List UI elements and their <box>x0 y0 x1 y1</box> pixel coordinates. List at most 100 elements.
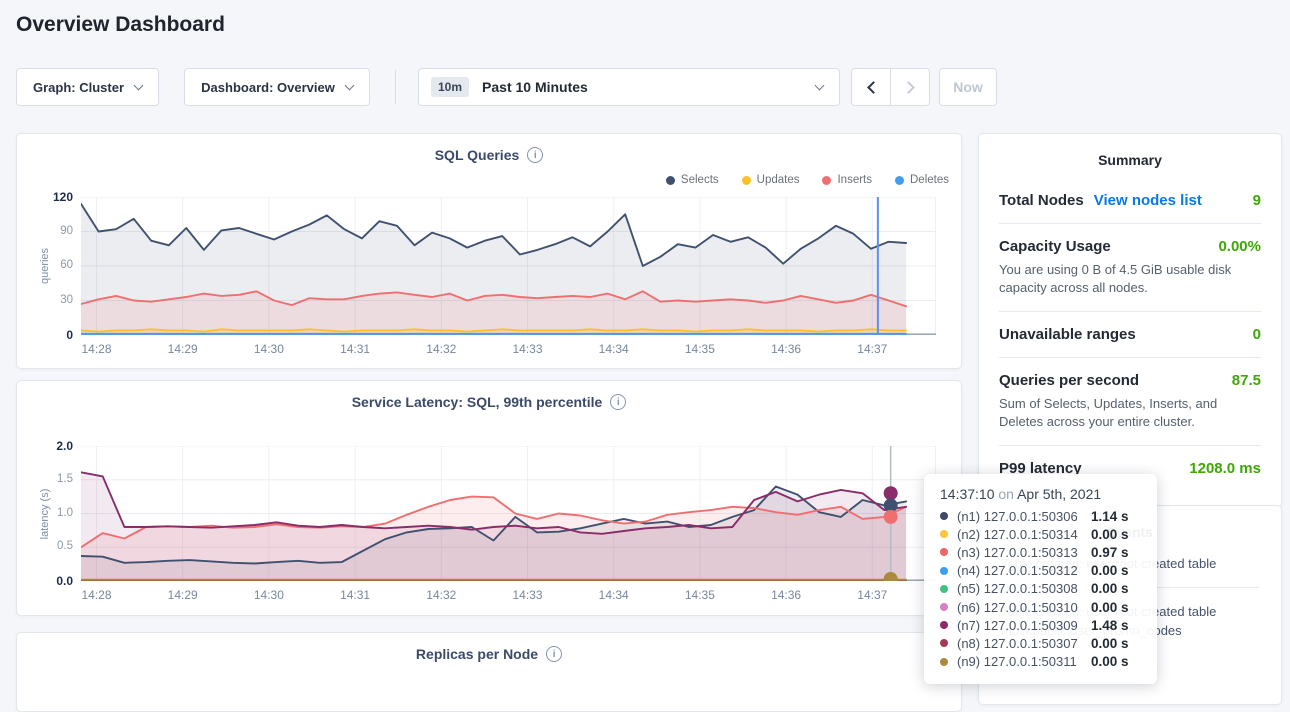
node-series-dot-icon <box>940 567 948 575</box>
tooltip-node-value: 0.00 s <box>1091 654 1141 669</box>
x-tick-label: 14:37 <box>845 588 899 602</box>
tooltip-node-label: (n5) 127.0.0.1:50308 <box>957 581 1078 596</box>
tooltip-node-value: 1.48 s <box>1091 618 1141 633</box>
capacity-usage-description: You are using 0 B of 4.5 GiB usable disk… <box>999 261 1261 297</box>
tooltip-node-label: (n3) 127.0.0.1:50313 <box>957 545 1078 560</box>
legend-item-selects[interactable]: Selects <box>666 174 719 186</box>
x-tick-label: 14:29 <box>156 342 210 356</box>
node-series-dot-icon <box>940 621 948 629</box>
sql-queries-plot[interactable] <box>81 197 936 335</box>
legend-item-inserts[interactable]: Inserts <box>822 174 872 186</box>
tooltip-node-label: (n7) 127.0.0.1:50309 <box>957 618 1078 633</box>
total-nodes-label: Total Nodes <box>999 192 1084 209</box>
node-series-dot-icon <box>940 658 948 666</box>
tooltip-node-value: 0.00 s <box>1091 563 1141 578</box>
p99-latency-value: 1208.0 ms <box>1189 460 1261 477</box>
y-tick-label: 0.5 <box>31 540 73 552</box>
dashboard-dropdown[interactable]: Dashboard: Overview <box>184 68 370 106</box>
y-tick-label: 2.0 <box>31 439 73 453</box>
tooltip-node-label: (n8) 127.0.0.1:50307 <box>957 636 1078 651</box>
y-tick-label: 1.0 <box>31 507 73 519</box>
x-tick-label: 14:32 <box>414 588 468 602</box>
y-tick-label: 120 <box>31 190 73 204</box>
tooltip-node-row: (n8) 127.0.0.1:50307 0.00 s <box>940 634 1141 652</box>
legend-dot-icon <box>822 176 831 185</box>
x-tick-label: 14:36 <box>759 342 813 356</box>
legend-item-updates[interactable]: Updates <box>742 174 800 186</box>
time-range-selector[interactable]: 10m Past 10 Minutes <box>418 68 840 106</box>
graph-dropdown[interactable]: Graph: Cluster <box>16 68 159 106</box>
x-tick-label: 14:30 <box>242 342 296 356</box>
now-button[interactable]: Now <box>939 68 997 106</box>
legend-label: Selects <box>681 174 719 186</box>
time-prev-button[interactable] <box>851 68 891 106</box>
x-tick-label: 14:34 <box>587 588 641 602</box>
y-tick-label: 1.5 <box>31 473 73 485</box>
chevron-down-icon <box>134 80 144 90</box>
service-latency-title: Service Latency: SQL, 99th percentile i <box>17 394 961 410</box>
x-tick-label: 14:32 <box>414 342 468 356</box>
y-tick-label: 0.0 <box>31 574 73 588</box>
view-nodes-list-link[interactable]: View nodes list <box>1094 192 1202 209</box>
node-series-dot-icon <box>940 639 948 647</box>
node-series-dot-icon <box>940 585 948 593</box>
x-tick-label: 14:28 <box>70 342 124 356</box>
x-tick-label: 14:36 <box>759 588 813 602</box>
time-range-label: Past 10 Minutes <box>482 79 588 95</box>
tooltip-node-row: (n3) 127.0.0.1:503130.97 s <box>940 543 1141 561</box>
tooltip-node-value: 1.14 s <box>1091 509 1141 524</box>
chevron-down-icon <box>815 80 825 90</box>
legend-item-deletes[interactable]: Deletes <box>895 174 949 186</box>
x-tick-label: 14:30 <box>242 588 296 602</box>
y-tick-label: 0 <box>31 328 73 342</box>
x-tick-label: 14:29 <box>156 588 210 602</box>
summary-panel: Summary Total Nodes View nodes list 9 Ca… <box>978 133 1282 508</box>
replicas-per-node-panel: Replicas per Node i <box>16 632 962 712</box>
sql-queries-title-text: SQL Queries <box>435 147 520 163</box>
qps-label: Queries per second <box>999 372 1139 389</box>
service-latency-plot[interactable] <box>81 446 936 581</box>
tooltip-node-row: (n9) 127.0.0.1:50311 0.00 s <box>940 653 1141 671</box>
time-next-button[interactable] <box>890 68 930 106</box>
chevron-right-icon <box>902 81 915 94</box>
capacity-usage-label: Capacity Usage <box>999 238 1111 255</box>
legend-label: Inserts <box>837 174 872 186</box>
tooltip-node-label: (n6) 127.0.0.1:50310 <box>957 600 1078 615</box>
node-series-dot-icon <box>940 512 948 520</box>
replicas-per-node-title: Replicas per Node i <box>17 646 961 662</box>
dashboard-dropdown-label: Dashboard: Overview <box>201 80 335 95</box>
tooltip-timestamp: 14:37:10 on Apr 5th, 2021 <box>940 486 1141 502</box>
tooltip-node-label: (n2) 127.0.0.1:50314 <box>957 527 1078 542</box>
legend-dot-icon <box>895 176 904 185</box>
service-latency-title-text: Service Latency: SQL, 99th percentile <box>352 394 603 410</box>
tooltip-node-row: (n5) 127.0.0.1:503080.00 s <box>940 580 1141 598</box>
chevron-down-icon <box>344 80 354 90</box>
controls-divider <box>395 70 396 104</box>
info-icon[interactable]: i <box>546 646 562 662</box>
qps-value: 87.5 <box>1232 372 1261 389</box>
x-tick-label: 14:35 <box>673 342 727 356</box>
y-tick-label: 90 <box>31 225 73 237</box>
info-icon[interactable]: i <box>610 394 626 410</box>
x-tick-label: 14:33 <box>501 588 555 602</box>
tooltip-node-row: (n7) 127.0.0.1:50309 1.48 s <box>940 616 1141 634</box>
tooltip-node-row: (n4) 127.0.0.1:50312 0.00 s <box>940 562 1141 580</box>
tooltip-on: on <box>998 486 1014 502</box>
x-tick-label: 14:34 <box>587 342 641 356</box>
page-title: Overview Dashboard <box>16 13 225 37</box>
legend-label: Updates <box>757 174 800 186</box>
tooltip-node-row: (n6) 127.0.0.1:503100.00 s <box>940 598 1141 616</box>
tooltip-node-row: (n2) 127.0.0.1:503140.00 s <box>940 525 1141 543</box>
x-tick-label: 14:35 <box>673 588 727 602</box>
summary-row-unavailable-ranges: Unavailable ranges 0 <box>999 312 1261 358</box>
tooltip-node-label: (n9) 127.0.0.1:50311 <box>957 654 1077 669</box>
x-tick-label: 14:31 <box>328 342 382 356</box>
info-icon[interactable]: i <box>527 147 543 163</box>
summary-title: Summary <box>999 152 1261 168</box>
tooltip-node-label: (n4) 127.0.0.1:50312 <box>957 563 1078 578</box>
summary-row-total-nodes: Total Nodes View nodes list 9 <box>999 178 1261 224</box>
legend-dot-icon <box>666 176 675 185</box>
x-tick-label: 14:33 <box>501 342 555 356</box>
unavailable-ranges-label: Unavailable ranges <box>999 326 1136 343</box>
tooltip-node-value: 0.00 s <box>1091 636 1141 651</box>
